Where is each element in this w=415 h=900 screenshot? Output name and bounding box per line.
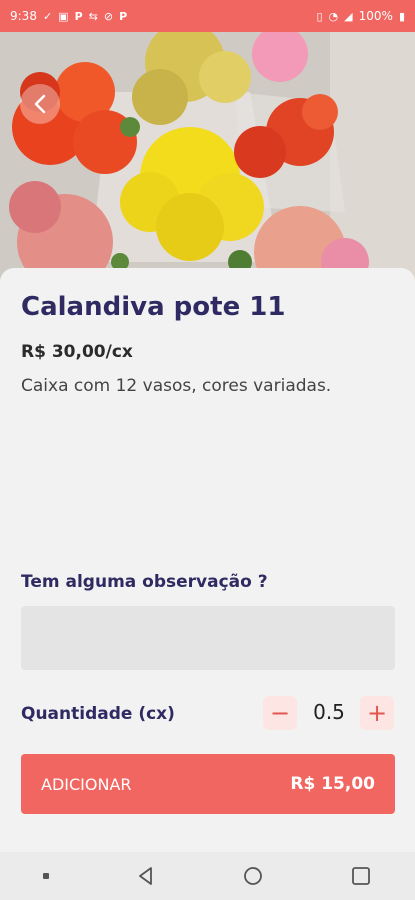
- plus-icon: +: [366, 699, 388, 727]
- quantity-label: Quantidade (cx): [21, 704, 175, 724]
- chevron-left-icon: [34, 94, 46, 114]
- decrease-quantity-button[interactable]: −: [263, 696, 297, 730]
- product-price: R$ 30,00/cx: [21, 342, 133, 362]
- menu-dot-icon[interactable]: [42, 873, 49, 879]
- back-button[interactable]: [20, 84, 60, 124]
- minus-icon: −: [269, 699, 291, 727]
- check-icon: ✓: [42, 9, 53, 23]
- signal-icon: ◢: [344, 9, 353, 23]
- parking-icon: P: [74, 9, 83, 23]
- product-title: Calandiva pote 11: [21, 292, 286, 322]
- flower-bouquet-illustration: [0, 32, 415, 280]
- battery-icon: ▮: [398, 9, 405, 23]
- vibrate-icon: ▯: [316, 9, 323, 23]
- status-time: 9:38: [10, 9, 37, 23]
- quantity-value: 0.5: [313, 700, 345, 724]
- no-sim-icon: ⊘: [103, 9, 114, 23]
- observation-input[interactable]: [21, 606, 395, 670]
- wifi-icon: ◔: [328, 9, 339, 23]
- add-button-label: ADICIONAR: [41, 774, 132, 794]
- nav-recents-icon[interactable]: [350, 865, 372, 887]
- navigation-bar: [0, 852, 415, 900]
- product-description: Caixa com 12 vasos, cores variadas.: [21, 376, 332, 396]
- mail-icon: ▣: [58, 9, 69, 23]
- status-left: 9:38 ✓ ▣ P ⇆ ⊘ P: [10, 9, 127, 23]
- observation-label: Tem alguma observação ?: [21, 572, 268, 592]
- add-button-total: R$ 15,00: [290, 774, 375, 794]
- product-image: [0, 32, 415, 280]
- increase-quantity-button[interactable]: +: [360, 696, 394, 730]
- nav-back-icon[interactable]: [135, 865, 157, 887]
- nav-home-icon[interactable]: [242, 865, 264, 887]
- add-to-cart-button[interactable]: ADICIONAR R$ 15,00: [21, 754, 395, 814]
- arrows-icon: ⇆: [88, 9, 98, 23]
- status-bar: 9:38 ✓ ▣ P ⇆ ⊘ P ▯ ◔ ◢ 100% ▮: [0, 0, 415, 32]
- parking-icon: P: [119, 9, 128, 23]
- status-right: ▯ ◔ ◢ 100% ▮: [316, 9, 405, 23]
- battery-level: 100%: [358, 9, 393, 23]
